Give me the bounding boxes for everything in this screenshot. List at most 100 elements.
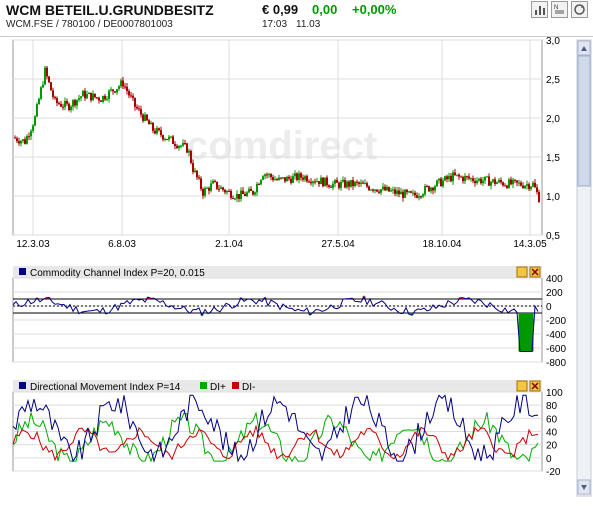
candle-body (194, 170, 196, 172)
candle-body (78, 98, 80, 100)
candle-body (300, 173, 302, 178)
candle-body (98, 97, 100, 101)
candle-body (170, 136, 172, 138)
candle-body (64, 101, 66, 107)
chart-bars-icon[interactable] (531, 1, 548, 18)
candle-body (502, 182, 504, 186)
candle-body (116, 88, 118, 93)
price-y-tick-label: 2,0 (546, 114, 560, 125)
refresh-icon[interactable] (571, 1, 588, 18)
candle-body (376, 189, 378, 192)
candle-body (230, 190, 232, 198)
candle-body (334, 180, 336, 184)
candle-body (356, 181, 358, 183)
candle-body (360, 182, 362, 184)
candle-body (76, 99, 78, 106)
candle-body (254, 192, 256, 195)
candle-body (118, 86, 120, 89)
candle-body (146, 114, 148, 121)
dmi-y-tick-label: 0 (546, 454, 552, 465)
candle-body (500, 179, 502, 183)
candle-body (250, 188, 252, 191)
candle-body (52, 90, 54, 97)
candle-body (442, 180, 444, 187)
candle-body (476, 180, 478, 184)
candle-body (56, 98, 58, 104)
candle-body (512, 179, 514, 185)
candle-body (14, 137, 16, 139)
price-y-tick-label: 1,0 (546, 192, 560, 203)
candle-body (114, 91, 116, 93)
scrollbar-thumb[interactable] (577, 55, 591, 187)
chart-area: comdirect 3,0 2,5 2,0 1,5 1,0 0,5 12.3.03 6.8.… (0, 36, 593, 501)
cci-settings-icon[interactable] (516, 266, 528, 278)
candle-body (166, 139, 168, 141)
candle-body (142, 114, 144, 121)
candle-body (134, 97, 136, 107)
candle-body (128, 91, 130, 96)
candle-body (32, 125, 34, 131)
candle-body (398, 190, 400, 195)
candle-body (130, 95, 132, 97)
candle-body (530, 186, 532, 189)
candle-body (208, 187, 210, 191)
candle-body (516, 180, 518, 183)
candle-body (238, 194, 240, 199)
candle-body (498, 179, 500, 183)
candle-body (506, 185, 508, 188)
candle-body (418, 196, 420, 198)
candle-body (242, 190, 244, 195)
candle-body (336, 180, 338, 183)
candle-body (22, 139, 24, 141)
candle-body (510, 179, 512, 185)
candle-body (386, 186, 388, 191)
security-identifiers: WCM.FSE / 780100 / DE0007801003 (6, 19, 173, 30)
candle-body (214, 180, 216, 182)
dmi-settings-icon[interactable] (516, 380, 528, 392)
candle-body (84, 90, 86, 99)
candle-body (488, 176, 490, 186)
news-icon[interactable]: N (551, 1, 568, 18)
candle-body (248, 188, 250, 193)
candle-body (306, 176, 308, 182)
candle-body (348, 181, 350, 187)
candle-body (94, 93, 96, 98)
candle-body (478, 178, 480, 181)
candle-body (136, 106, 138, 109)
candle-body (362, 182, 364, 184)
candle-body (302, 177, 304, 180)
candle-body (308, 181, 310, 183)
candle-body (40, 87, 42, 99)
candle-body (482, 180, 484, 184)
candle-body (448, 175, 450, 180)
candle-body (280, 177, 282, 179)
candle-body (206, 187, 208, 189)
candle-body (350, 180, 352, 187)
candle-body (480, 178, 482, 184)
candle-body (358, 182, 360, 184)
candle-body (62, 106, 64, 108)
candle-body (410, 191, 412, 193)
candle-body (272, 177, 274, 181)
candle-body (192, 162, 194, 172)
candle-body (186, 143, 188, 153)
candle-body (90, 92, 92, 101)
candle-body (164, 139, 166, 141)
candle-body (172, 136, 174, 144)
candle-body (88, 92, 90, 94)
candle-body (466, 176, 468, 178)
candle-body (526, 184, 528, 186)
candle-body (112, 89, 114, 92)
candle-body (92, 93, 94, 101)
price-y-tick-label: 2,5 (546, 75, 560, 86)
quote-time: 17:03 (262, 19, 288, 30)
candle-body (182, 142, 184, 146)
candle-body (260, 179, 262, 185)
candle-body (74, 100, 76, 106)
candle-body (86, 93, 88, 99)
candle-body (156, 128, 158, 134)
candle-body (422, 194, 424, 197)
candle-body (104, 95, 106, 100)
candle-body (58, 103, 60, 105)
candle-body (184, 142, 186, 144)
